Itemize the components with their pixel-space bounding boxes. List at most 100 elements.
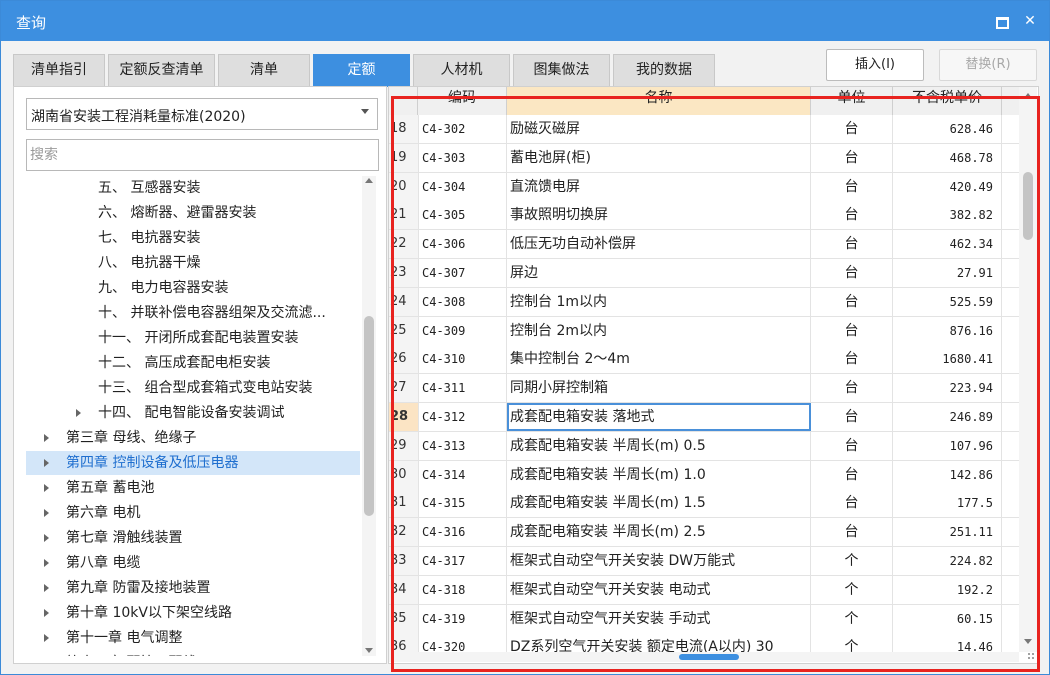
cell-price[interactable]: 468.78 [893,143,1002,172]
table-row[interactable]: 28 C4-312 成套配电箱安装 落地式台 246.89 [389,403,1019,432]
cell-price[interactable]: 525.59 [893,287,1002,316]
tree-scroll-thumb[interactable] [364,316,374,516]
cell-code[interactable]: C4-307 [418,259,507,287]
cell-code[interactable]: C4-306 [418,230,507,259]
grid-scrollbar[interactable] [1019,87,1037,652]
cell-code[interactable]: C4-317 [418,547,507,575]
table-row[interactable]: 18 C4-302 励磁灭磁屏台 628.46 [389,115,1019,144]
cell-no[interactable]: 35 [389,604,419,633]
tree-node[interactable]: 第十二章 配管、配线 [26,651,360,656]
cell-price[interactable]: 224.82 [893,547,1002,575]
cell-unit[interactable]: 台 [811,115,893,143]
replace-button[interactable]: 替换(R) [939,49,1037,81]
cell-no[interactable]: 18 [389,115,419,143]
chevron-right-icon[interactable] [44,559,49,567]
chevron-right-icon[interactable] [44,484,49,492]
cell-code[interactable]: C4-315 [418,489,507,518]
tree-node[interactable]: 第三章 母线、绝缘子 [26,426,360,450]
cell-no[interactable]: 36 [389,633,419,652]
cell-unit[interactable]: 台 [811,259,893,287]
cell-code[interactable]: C4-312 [418,403,507,431]
tree-node[interactable]: 十二、 高压成套配电柜安装 [26,351,360,375]
cell-no[interactable]: 28 [389,403,419,431]
cell-name[interactable]: DZ系列空气开关安装 额定电流(A以内) 30 [507,633,811,652]
cell-unit[interactable]: 个 [811,575,893,604]
price-column-header[interactable]: 不含税单价 [893,87,1002,115]
cell-name[interactable]: 成套配电箱安装 半周长(m) 1.5 [507,489,811,518]
cell-unit[interactable]: 台 [811,345,893,374]
cell-no[interactable]: 33 [389,547,419,575]
cell-unit[interactable]: 台 [811,316,893,345]
table-row[interactable]: 32 C4-316 成套配电箱安装 半周长(m) 2.5 台 251.11 [389,518,1019,548]
scroll-down-icon[interactable] [365,648,373,653]
cell-price[interactable]: 60.15 [893,604,1002,633]
cell-no[interactable]: 22 [389,230,419,259]
table-row[interactable]: 33 C4-317 框架式自动空气开关安装 DW万能式个 224.82 [389,547,1019,576]
cell-name[interactable]: 事故照明切换屏 [507,201,811,230]
code-column-header[interactable]: 编码 [418,87,507,115]
tree-node[interactable]: 七、 电抗器安装 [26,226,360,250]
cell-unit[interactable]: 台 [811,230,893,259]
chevron-right-icon[interactable] [44,459,49,467]
cell-unit[interactable]: 台 [811,201,893,230]
cell-name[interactable]: 控制台 2m以内 [507,316,811,345]
cell-unit[interactable]: 台 [811,489,893,518]
cell-price[interactable]: 107.96 [893,431,1002,460]
cell-code[interactable]: C4-311 [418,374,507,403]
table-row[interactable]: 19 C4-303 蓄电池屏(柜) 台 468.78 [389,143,1019,173]
cell-unit[interactable]: 台 [811,172,893,201]
table-row[interactable]: 27 C4-311 同期小屏控制箱台 223.94 [389,374,1019,404]
chevron-right-icon[interactable] [44,584,49,592]
tab-6[interactable]: 我的数据 [613,54,715,87]
cell-price[interactable]: 192.2 [893,575,1002,604]
cell-no[interactable]: 19 [389,143,419,172]
cell-code[interactable]: C4-303 [418,143,507,172]
cell-price[interactable]: 27.91 [893,259,1002,287]
cell-name[interactable]: 集中控制台 2～4m [507,345,811,374]
cell-code[interactable]: C4-310 [418,345,507,374]
tree-node[interactable]: 八、 电抗器干燥 [26,251,360,275]
cell-no[interactable]: 34 [389,575,419,604]
tab-1[interactable]: 定额反查清单 [108,54,215,87]
table-row[interactable]: 35 C4-319 框架式自动空气开关安装 手动式个 60.15 [389,604,1019,634]
tree-node[interactable]: 六、 熔断器、避雷器安装 [26,201,360,225]
close-icon[interactable]: ✕ [1019,10,1041,32]
table-row[interactable]: 26 C4-310 集中控制台 2～4m 台 1680.41 [389,345,1019,375]
grid-hscroll-thumb[interactable] [679,654,739,660]
scroll-down-icon[interactable] [1024,639,1032,644]
cell-price[interactable]: 462.34 [893,230,1002,259]
standard-select[interactable]: 湖南省安装工程消耗量标准(2020) [26,98,378,130]
table-row[interactable]: 29 C4-313 成套配电箱安装 半周长(m) 0.5 台 107.96 [389,431,1019,461]
cell-code[interactable]: C4-304 [418,172,507,201]
cell-code[interactable]: C4-305 [418,201,507,230]
scroll-up-icon[interactable] [1024,93,1032,98]
cell-code[interactable]: C4-320 [418,633,507,652]
cell-price[interactable]: 223.94 [893,374,1002,403]
search-input[interactable] [26,139,379,171]
chevron-right-icon[interactable] [44,534,49,542]
tree-scrollbar[interactable] [362,176,376,656]
cell-code[interactable]: C4-316 [418,518,507,547]
cell-price[interactable]: 14.46 [893,633,1002,652]
cell-no[interactable]: 30 [389,460,419,489]
scroll-up-icon[interactable] [365,178,373,183]
grid-horizontal-scrollbar[interactable] [389,652,1019,662]
tab-4[interactable]: 人材机 [413,54,510,87]
cell-price[interactable]: 177.5 [893,489,1002,518]
cell-price[interactable]: 1680.41 [893,345,1002,374]
cell-code[interactable]: C4-313 [418,431,507,460]
cell-no[interactable]: 21 [389,201,419,230]
cell-price[interactable]: 876.16 [893,316,1002,345]
tree-node[interactable]: 第五章 蓄电池 [26,476,360,500]
chevron-right-icon[interactable] [44,509,49,517]
cell-name[interactable]: 框架式自动空气开关安装 手动式 [507,604,811,633]
cell-unit[interactable]: 台 [811,143,893,172]
cell-name[interactable]: 低压无功自动补偿屏 [507,230,811,259]
cell-code[interactable]: C4-314 [418,460,507,489]
maximize-icon[interactable] [990,10,1012,32]
cell-no[interactable]: 20 [389,172,419,201]
cell-code[interactable]: C4-302 [418,115,507,143]
cell-name[interactable]: 成套配电箱安装 半周长(m) 2.5 [507,518,811,547]
cell-name[interactable]: 成套配电箱安装 落地式 [507,403,811,431]
tab-0[interactable]: 清单指引 [13,54,105,87]
